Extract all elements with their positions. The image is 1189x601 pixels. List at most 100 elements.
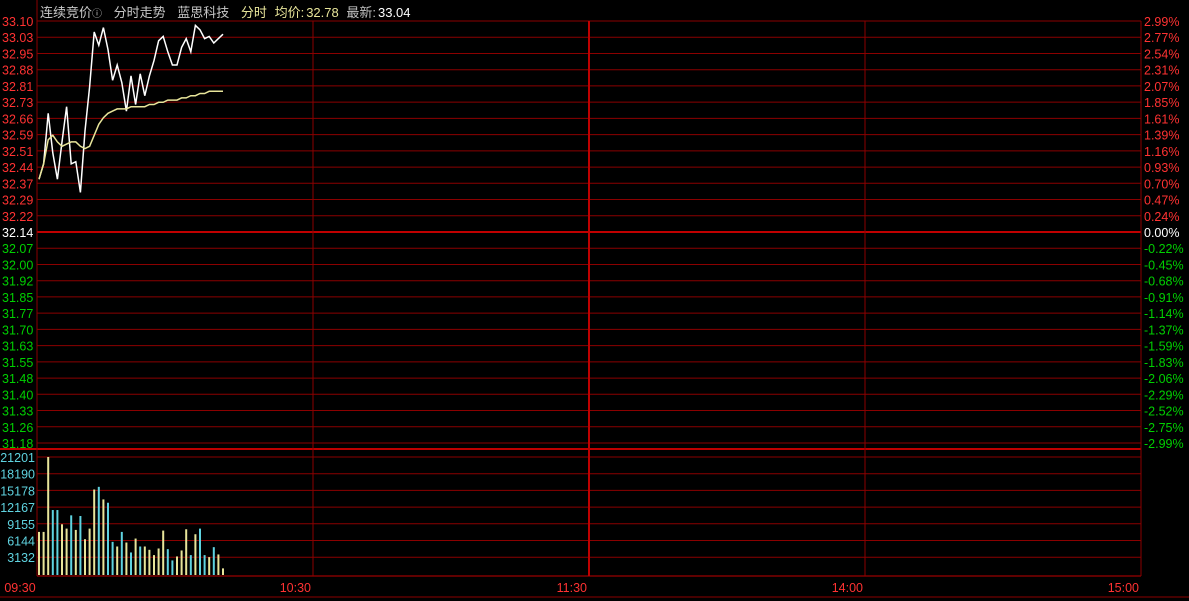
percent-tick-label: 2.54%: [1144, 47, 1179, 61]
price-tick-label: 31.55: [2, 356, 33, 370]
volume-bar: [47, 457, 50, 575]
time-tick-label: 09:30: [4, 581, 35, 595]
volume-bar: [130, 552, 132, 575]
percent-tick-label: -2.52%: [1144, 405, 1184, 419]
percent-tick-label: -0.22%: [1144, 242, 1184, 256]
volume-bar: [111, 541, 114, 575]
volume-bar: [162, 530, 165, 575]
volume-bar: [171, 560, 174, 575]
price-tick-label: 32.88: [2, 64, 33, 78]
time-tick-label: 10:30: [280, 581, 311, 595]
percent-tick-label: -0.45%: [1144, 258, 1184, 272]
volume-bar: [203, 555, 206, 575]
volume-bar: [84, 539, 86, 575]
volume-bar: [42, 531, 45, 575]
volume-tick-label: 6144: [7, 535, 35, 549]
price-tick-label: 32.37: [2, 177, 33, 191]
volume-bar: [107, 502, 109, 575]
time-tick-label: 11:30: [557, 581, 587, 595]
price-tick-label: 31.92: [2, 275, 33, 289]
volume-bar: [116, 546, 119, 575]
percent-tick-label: -1.83%: [1144, 356, 1184, 370]
volume-bar: [208, 557, 211, 575]
volume-bar: [74, 529, 77, 575]
percent-tick-label: 1.39%: [1144, 129, 1179, 143]
percent-tick-label: -0.91%: [1144, 291, 1184, 305]
percent-tick-label: -2.75%: [1144, 421, 1184, 435]
price-tick-label: 32.14: [2, 226, 33, 240]
volume-bar: [56, 510, 59, 575]
price-tick-label: 32.29: [2, 194, 33, 208]
price-tick-label: 33.03: [2, 31, 33, 45]
price-tick-label: 31.48: [2, 372, 33, 386]
time-tick-label: 14:00: [832, 581, 863, 595]
volume-bar: [176, 556, 178, 575]
volume-bar: [93, 489, 96, 575]
price-tick-label: 31.77: [2, 307, 33, 321]
price-tick-label: 31.63: [2, 340, 33, 354]
volume-bar: [79, 516, 82, 575]
price-tick-label: 31.70: [2, 323, 33, 337]
percent-tick-label: 1.85%: [1144, 96, 1179, 110]
volume-bar: [120, 531, 123, 575]
percent-tick-label: -0.68%: [1144, 275, 1184, 289]
volume-bar: [153, 555, 155, 575]
volume-tick-label: 9155: [7, 518, 35, 532]
volume-bar: [217, 554, 220, 575]
price-tick-label: 32.73: [2, 96, 33, 110]
percent-tick-label: -2.99%: [1144, 437, 1184, 451]
volume-bar: [38, 531, 40, 575]
percent-tick-label: 2.07%: [1144, 80, 1179, 94]
volume-bar: [212, 547, 215, 575]
intraday-chart[interactable]: 33.10 2.99% 33.03 2.77% 32.95 2.54% 32.88 2.31%…: [0, 0, 1189, 601]
volume-bar: [185, 529, 188, 575]
price-tick-label: 31.33: [2, 405, 33, 419]
percent-tick-label: 2.77%: [1144, 31, 1179, 45]
volume-bar: [65, 528, 68, 575]
price-tick-label: 32.51: [2, 145, 33, 159]
volume-bar: [180, 550, 183, 575]
percent-tick-label: -1.14%: [1144, 307, 1184, 321]
percent-tick-label: 2.99%: [1144, 15, 1179, 29]
volume-bar: [102, 499, 105, 575]
time-tick-label: 15:00: [1108, 581, 1139, 595]
price-tick-label: 32.66: [2, 112, 33, 126]
price-tick-label: 31.26: [2, 421, 33, 435]
volume-bar: [51, 510, 54, 575]
volume-bar: [139, 546, 142, 575]
volume-bar: [189, 555, 192, 575]
avg-line: [38, 90, 223, 180]
percent-tick-label: -1.59%: [1144, 340, 1184, 354]
volume-bar: [97, 486, 100, 575]
volume-bar: [61, 524, 63, 575]
percent-tick-label: -2.06%: [1144, 372, 1184, 386]
price-tick-label: 32.22: [2, 210, 33, 224]
price-tick-label: 32.59: [2, 129, 33, 143]
price-tick-label: 31.40: [2, 388, 33, 402]
percent-tick-label: -1.37%: [1144, 323, 1184, 337]
volume-bar: [157, 548, 160, 575]
volume-bar: [194, 534, 197, 575]
volume-tick-label: 21201: [0, 451, 35, 465]
percent-tick-label: 0.70%: [1144, 177, 1179, 191]
volume-bar: [199, 528, 201, 575]
volume-tick-label: 12167: [0, 501, 35, 515]
volume-tick-label: 15178: [0, 484, 35, 498]
price-tick-label: 32.07: [2, 242, 33, 256]
price-tick-label: 33.10: [2, 15, 33, 29]
volume-tick-label: 3132: [7, 551, 35, 565]
percent-tick-label: 2.31%: [1144, 64, 1179, 78]
volume-tick-label: 18190: [0, 468, 35, 482]
price-tick-label: 32.95: [2, 47, 33, 61]
volume-bar: [134, 538, 137, 575]
percent-tick-label: 1.16%: [1144, 145, 1179, 159]
volume-bar: [125, 542, 128, 575]
price-tick-label: 31.85: [2, 291, 33, 305]
volume-bar: [148, 549, 151, 575]
percent-tick-label: 0.93%: [1144, 161, 1179, 175]
price-tick-label: 32.81: [2, 80, 33, 94]
percent-tick-label: 0.47%: [1144, 194, 1179, 208]
price-tick-label: 32.44: [2, 161, 33, 175]
volume-bar: [222, 568, 224, 575]
volume-bar: [88, 528, 91, 575]
